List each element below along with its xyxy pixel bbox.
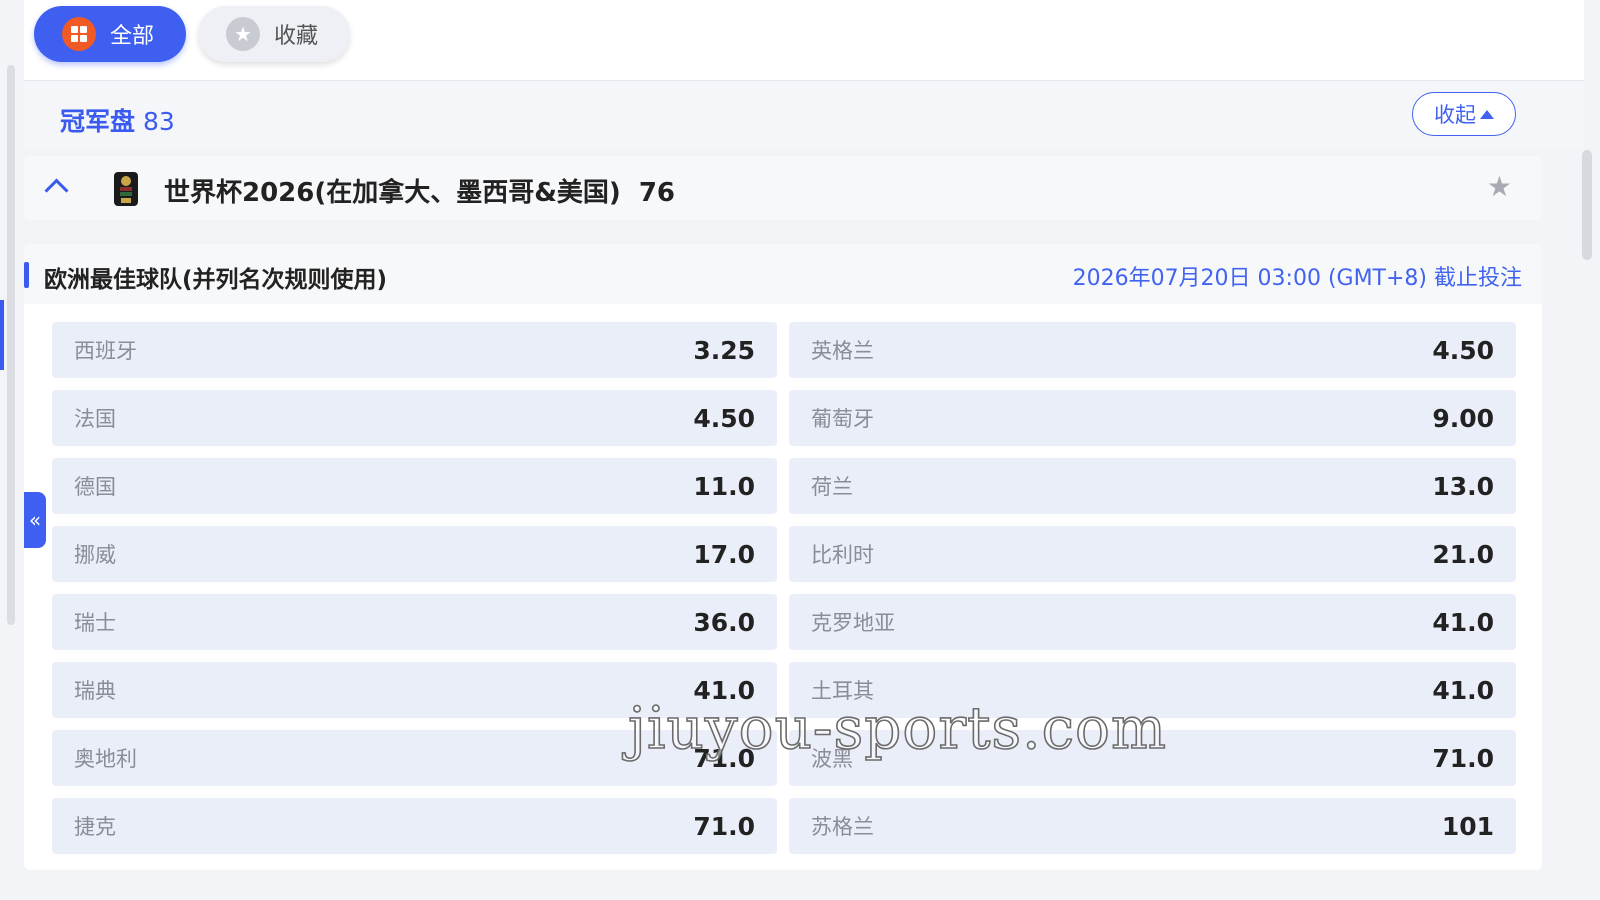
- league-count: 76: [638, 178, 675, 208]
- team-name: 德国: [74, 475, 116, 499]
- section-title: 冠军盘 83: [60, 107, 175, 136]
- team-name: 苏格兰: [811, 815, 874, 839]
- expand-sidebar-button[interactable]: «: [24, 492, 46, 548]
- world-cup-logo-icon: [114, 172, 138, 206]
- selection-cell[interactable]: 土耳其 41.0: [789, 662, 1516, 718]
- star-icon: ★: [226, 17, 260, 51]
- odds-value: 13.0: [1432, 471, 1494, 501]
- odds-value: 4.50: [1432, 335, 1494, 365]
- chevron-up-icon[interactable]: [44, 178, 69, 203]
- selection-cell[interactable]: 荷兰 13.0: [789, 458, 1516, 514]
- team-name: 挪威: [74, 543, 116, 567]
- odds-value: 17.0: [693, 539, 755, 569]
- team-name: 瑞士: [74, 611, 116, 635]
- odds-value: 101: [1441, 811, 1494, 841]
- selection-cell[interactable]: 波黑 71.0: [789, 730, 1516, 786]
- team-name: 葡萄牙: [811, 407, 874, 431]
- team-name: 波黑: [811, 747, 853, 771]
- tab-all[interactable]: 全部: [34, 6, 186, 62]
- collapse-label: 收起: [1434, 103, 1476, 127]
- selection-cell[interactable]: 克罗地亚 41.0: [789, 594, 1516, 650]
- league-name: 世界杯2026(在加拿大、墨西哥&美国) 76: [164, 178, 675, 208]
- odds-value: 41.0: [1432, 675, 1494, 705]
- odds-value: 41.0: [693, 675, 755, 705]
- selection-grid: 西班牙 3.25 英格兰 4.50 法国 4.50 葡萄牙 9.00 德国 11.0 荷兰 13.0 挪…: [52, 322, 1517, 854]
- selection-cell[interactable]: 捷克 71.0: [52, 798, 777, 854]
- odds-value: 11.0: [693, 471, 755, 501]
- right-scrollbar[interactable]: [1582, 150, 1592, 260]
- selection-cell[interactable]: 比利时 21.0: [789, 526, 1516, 582]
- selection-cell[interactable]: 法国 4.50: [52, 390, 777, 446]
- tab-favorites[interactable]: ★ 收藏: [198, 6, 350, 62]
- selection-cell[interactable]: 瑞士 36.0: [52, 594, 777, 650]
- selection-cell[interactable]: 德国 11.0: [52, 458, 777, 514]
- favorite-star-icon[interactable]: ★: [1487, 170, 1512, 203]
- selection-cell[interactable]: 英格兰 4.50: [789, 322, 1516, 378]
- odds-value: 9.00: [1432, 403, 1494, 433]
- market-deadline: 2026年07月20日 03:00 (GMT+8) 截止投注: [1072, 266, 1522, 291]
- filter-tab-bar: 全部 ★ 收藏: [24, 0, 1584, 81]
- outright-section-header: 冠军盘 83 收起: [24, 82, 1584, 148]
- team-name: 捷克: [74, 815, 116, 839]
- odds-value: 71.0: [1432, 743, 1494, 773]
- odds-value: 36.0: [693, 607, 755, 637]
- selection-cell[interactable]: 西班牙 3.25: [52, 322, 777, 378]
- selection-cell[interactable]: 挪威 17.0: [52, 526, 777, 582]
- league-header[interactable]: 世界杯2026(在加拿大、墨西哥&美国) 76 ★: [24, 156, 1542, 220]
- odds-value: 71.0: [693, 811, 755, 841]
- market-title: 欧洲最佳球队(并列名次规则使用): [44, 267, 388, 293]
- team-name: 土耳其: [811, 679, 874, 703]
- team-name: 比利时: [811, 543, 874, 567]
- team-name: 荷兰: [811, 475, 853, 499]
- market-accent-bar: [24, 262, 29, 288]
- odds-value: 21.0: [1432, 539, 1494, 569]
- team-name: 法国: [74, 407, 116, 431]
- double-chevron-left-icon: «: [28, 508, 42, 532]
- market-header: 欧洲最佳球队(并列名次规则使用) 2026年07月20日 03:00 (GMT+…: [24, 244, 1542, 304]
- grid-icon: [62, 17, 96, 51]
- tab-favorites-label: 收藏: [274, 24, 319, 49]
- section-count: 83: [143, 107, 175, 136]
- team-name: 瑞典: [74, 679, 116, 703]
- selection-cell[interactable]: 葡萄牙 9.00: [789, 390, 1516, 446]
- team-name: 克罗地亚: [811, 611, 895, 635]
- left-nav-indicator: [0, 300, 4, 370]
- selection-cell[interactable]: 苏格兰 101: [789, 798, 1516, 854]
- selection-cell[interactable]: 奥地利 71.0: [52, 730, 777, 786]
- team-name: 奥地利: [74, 747, 137, 771]
- odds-value: 4.50: [693, 403, 755, 433]
- team-name: 英格兰: [811, 339, 874, 363]
- odds-value: 71.0: [693, 743, 755, 773]
- tab-all-label: 全部: [110, 24, 155, 49]
- caret-up-icon: [1480, 109, 1494, 119]
- collapse-button[interactable]: 收起: [1412, 92, 1516, 136]
- market-panel: 欧洲最佳球队(并列名次规则使用) 2026年07月20日 03:00 (GMT+…: [24, 244, 1542, 870]
- selection-cell[interactable]: 瑞典 41.0: [52, 662, 777, 718]
- odds-value: 3.25: [693, 335, 755, 365]
- odds-value: 41.0: [1432, 607, 1494, 637]
- left-scrollbar[interactable]: [7, 65, 15, 625]
- team-name: 西班牙: [74, 339, 137, 363]
